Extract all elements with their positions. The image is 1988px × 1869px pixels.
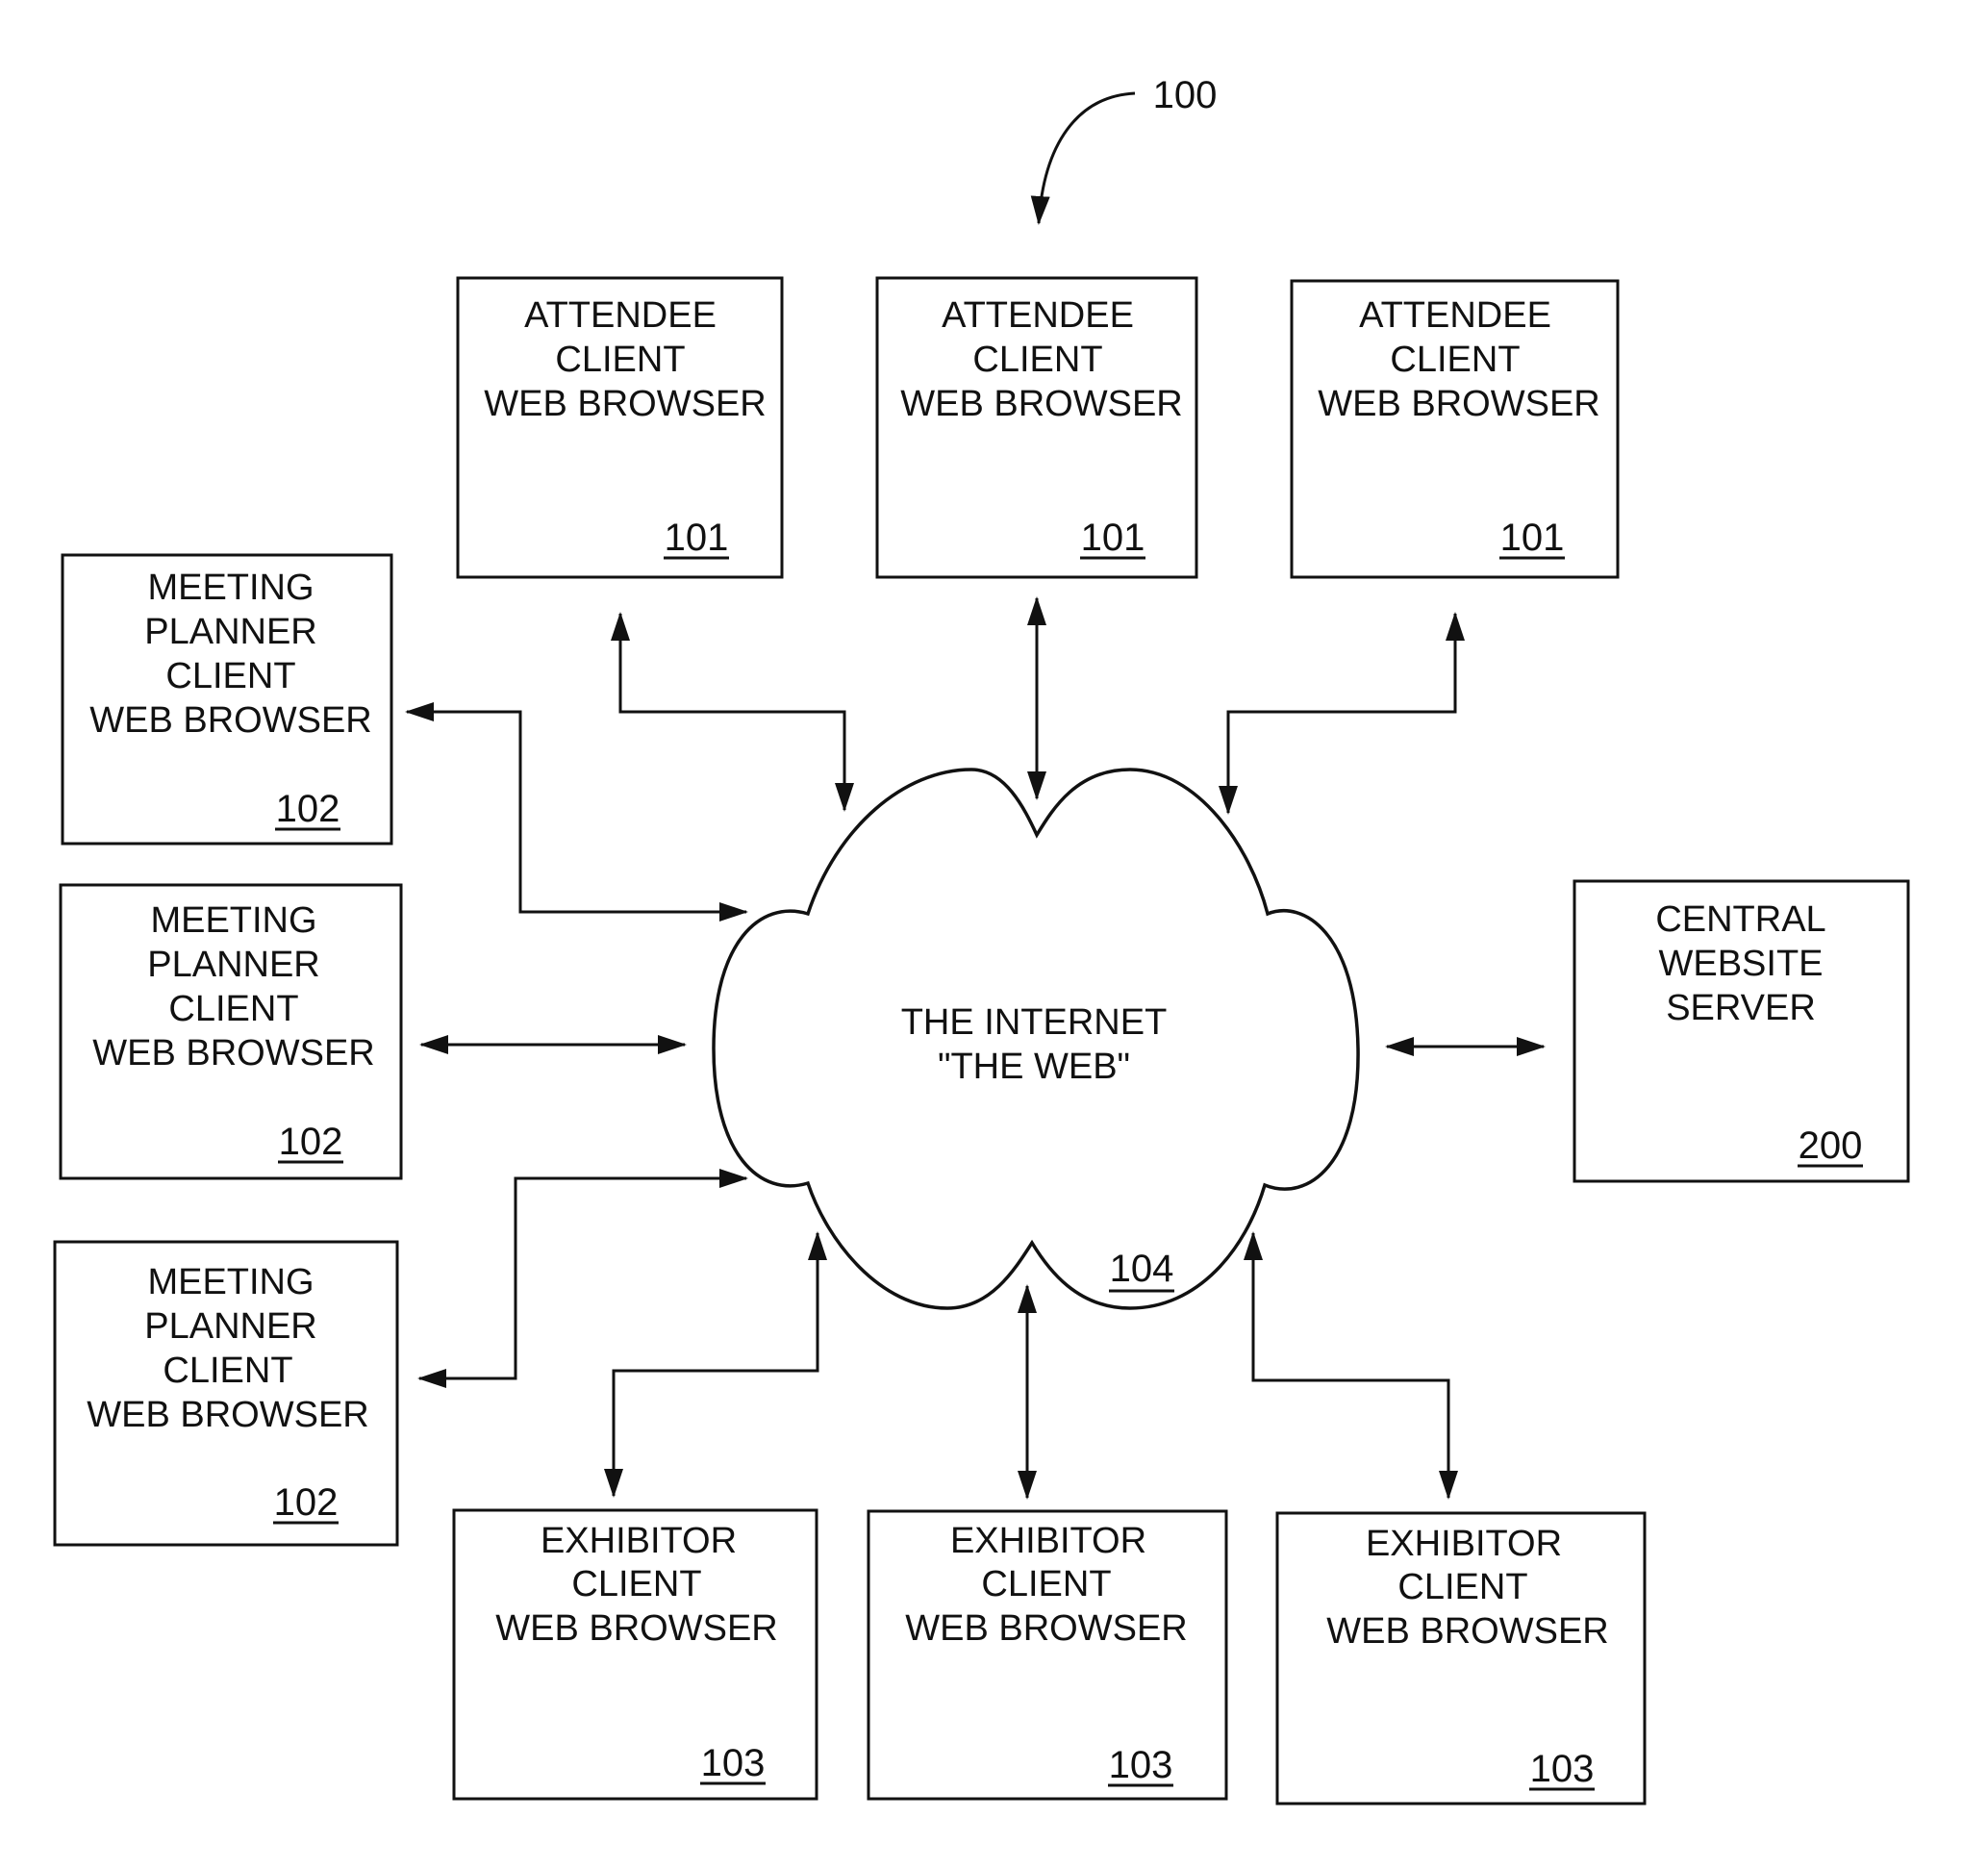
exhibitor-label-line: EXHIBITOR	[1366, 1524, 1562, 1564]
central-website-server[interactable]: CENTRAL WEBSITE SERVER 200	[1573, 879, 1910, 1183]
planner-label-line: PLANNER	[144, 612, 317, 652]
server-label-line: CENTRAL	[1655, 899, 1825, 940]
attendee-3-connector-arrow	[1219, 612, 1465, 815]
attendee-client-3[interactable]: ATTENDEE CLIENT WEB BROWSER 101	[1290, 279, 1620, 579]
planner-ref: 102	[274, 1481, 339, 1524]
planner-label-line: PLANNER	[147, 945, 320, 985]
planner-client-3[interactable]: MEETING PLANNER CLIENT WEB BROWSER 102	[53, 1240, 399, 1547]
exhibitor-client-2[interactable]: EXHIBITOR CLIENT WEB BROWSER 103	[867, 1509, 1228, 1801]
attendee-label-line: WEB BROWSER	[900, 384, 1182, 424]
exhibitor-client-3[interactable]: EXHIBITOR CLIENT WEB BROWSER 103	[1275, 1511, 1647, 1806]
planner-ref: 102	[279, 1121, 343, 1163]
attendee-ref: 101	[665, 517, 729, 559]
planner-ref: 102	[276, 788, 340, 830]
figure-reference: 100	[1030, 74, 1218, 225]
cloud-title-line-2: "THE WEB"	[938, 1047, 1130, 1087]
exhibitor-client-1[interactable]: EXHIBITOR CLIENT WEB BROWSER 103	[452, 1508, 818, 1801]
exhibitor-label-line: WEB BROWSER	[1326, 1611, 1608, 1652]
exhibitor-label-line: CLIENT	[1397, 1567, 1527, 1607]
attendee-label-line: ATTENDEE	[1359, 295, 1551, 336]
internet-cloud[interactable]: THE INTERNET "THE WEB" 104	[712, 768, 1360, 1310]
attendee-ref: 101	[1081, 517, 1145, 559]
attendee-label-line: ATTENDEE	[524, 295, 717, 336]
attendee-label-line: WEB BROWSER	[1318, 384, 1599, 424]
planner-label-line: CLIENT	[165, 656, 295, 696]
planner-label-line: MEETING	[147, 568, 314, 608]
planner-1-connector-arrow	[405, 702, 748, 922]
exhibitor-label-line: EXHIBITOR	[541, 1521, 737, 1561]
exhibitor-label-line: EXHIBITOR	[950, 1521, 1146, 1561]
attendee-label-line: CLIENT	[555, 340, 685, 380]
server-ref: 200	[1799, 1124, 1863, 1167]
planner-client-2[interactable]: MEETING PLANNER CLIENT WEB BROWSER 102	[59, 883, 403, 1180]
planner-label-line: WEB BROWSER	[92, 1033, 374, 1073]
attendee-label-line: ATTENDEE	[942, 295, 1134, 336]
attendee-ref: 101	[1500, 517, 1565, 559]
planner-label-line: CLIENT	[163, 1351, 292, 1391]
exhibitor-3-connector-arrow	[1244, 1231, 1458, 1500]
exhibitor-1-connector-arrow	[604, 1231, 827, 1498]
planner-3-connector-arrow	[417, 1169, 748, 1388]
figure-ref-arrow	[1030, 91, 1136, 225]
exhibitor-label-line: CLIENT	[571, 1564, 701, 1604]
server-label-line: SERVER	[1666, 988, 1816, 1028]
exhibitor-ref: 103	[701, 1742, 766, 1784]
exhibitor-label-line: WEB BROWSER	[495, 1608, 777, 1649]
exhibitor-label-line: WEB BROWSER	[905, 1608, 1187, 1649]
exhibitor-ref: 103	[1109, 1744, 1173, 1786]
attendee-label-line: CLIENT	[1390, 340, 1520, 380]
attendee-label-line: WEB BROWSER	[484, 384, 766, 424]
attendee-1-connector-arrow	[611, 612, 854, 812]
cloud-ref: 104	[1110, 1248, 1174, 1290]
attendee-client-2[interactable]: ATTENDEE CLIENT WEB BROWSER 101	[875, 276, 1198, 579]
network-diagram: 100 THE INTERNET "THE WEB" 104 ATTENDEE …	[53, 74, 1910, 1806]
planner-label-line: CLIENT	[168, 989, 298, 1029]
planner-label-line: MEETING	[147, 1262, 314, 1302]
planner-client-1[interactable]: MEETING PLANNER CLIENT WEB BROWSER 102	[61, 553, 393, 846]
planner-label-line: PLANNER	[144, 1306, 317, 1347]
exhibitor-label-line: CLIENT	[981, 1564, 1111, 1604]
planner-label-line: MEETING	[150, 900, 316, 941]
server-label-line: WEBSITE	[1658, 944, 1823, 984]
planner-label-line: WEB BROWSER	[89, 700, 371, 741]
exhibitor-ref: 103	[1530, 1748, 1595, 1790]
planner-label-line: WEB BROWSER	[87, 1395, 368, 1435]
figure-ref-label: 100	[1153, 74, 1218, 116]
attendee-label-line: CLIENT	[972, 340, 1102, 380]
cloud-title-line-1: THE INTERNET	[901, 1002, 1168, 1043]
attendee-client-1[interactable]: ATTENDEE CLIENT WEB BROWSER 101	[456, 276, 784, 579]
